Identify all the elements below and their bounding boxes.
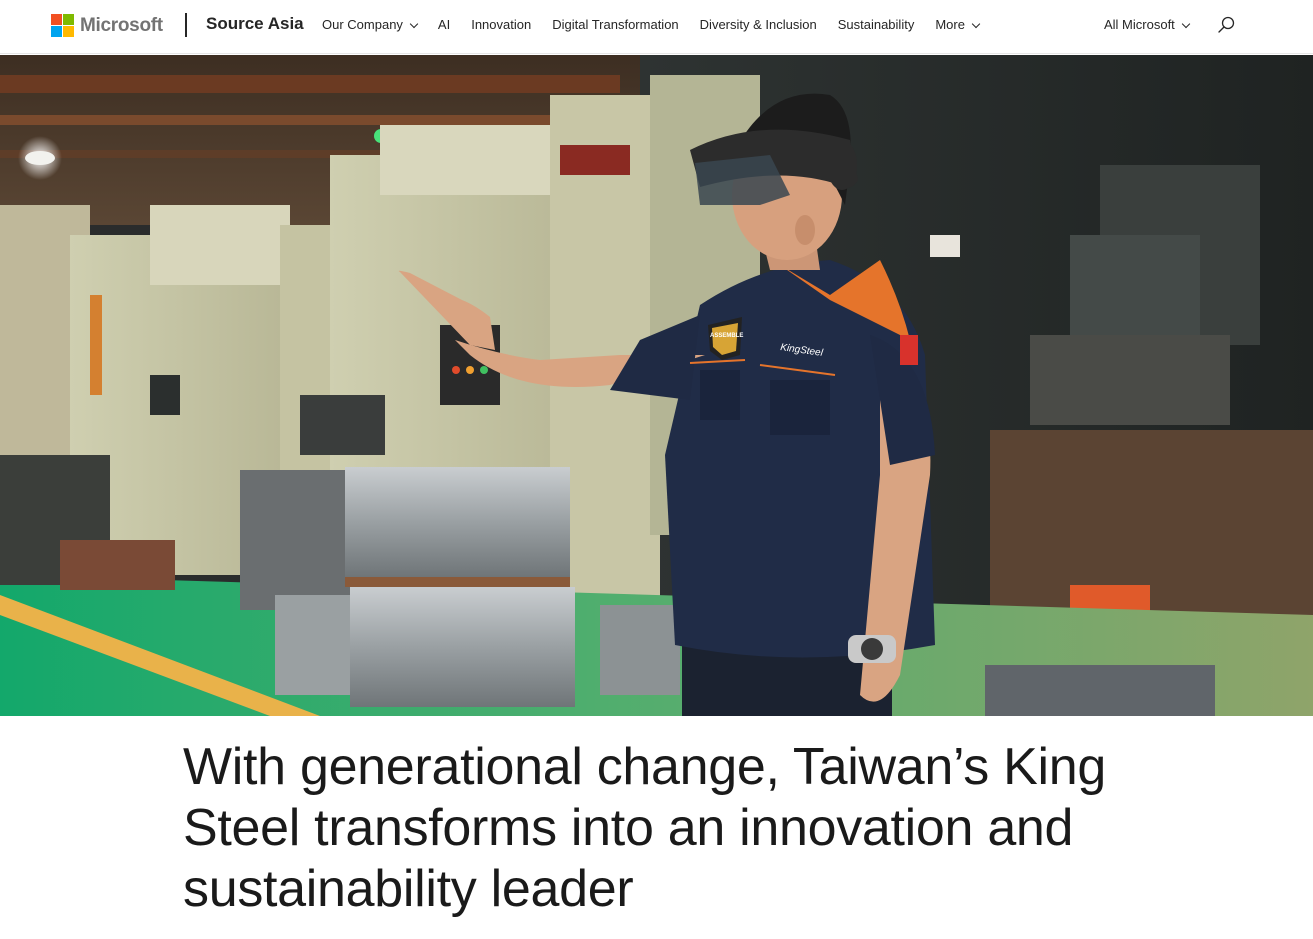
search-icon [1218,16,1235,33]
shirt-badge-text: ASSEMBLE [710,333,743,339]
factory-photo: KingSteel ASSEMBLE [0,55,1313,716]
search-button[interactable] [1216,15,1236,35]
article-headline: With generational change, Taiwan’s King … [183,738,1106,918]
nav-sustainability-label: Sustainability [837,17,915,32]
nav-ai[interactable]: AI [438,16,450,34]
site-name-link[interactable]: Source Asia [206,13,304,35]
nav-innovation-label: Innovation [471,17,532,32]
nav-digital-transformation-label: Digital Transformation [552,17,679,32]
nav-diversity-inclusion[interactable]: Diversity & Inclusion [700,16,817,34]
nav-diversity-inclusion-label: Diversity & Inclusion [699,17,817,32]
nav-our-company[interactable]: Our Company [322,16,419,34]
nav-sustainability[interactable]: Sustainability [838,16,915,34]
nav-digital-transformation[interactable]: Digital Transformation [552,16,678,34]
microsoft-logo[interactable]: Microsoft [51,13,163,37]
nav-innovation[interactable]: Innovation [471,16,531,34]
nav-ai-label: AI [437,17,451,32]
all-microsoft-menu[interactable]: All Microsoft [1104,16,1191,34]
nav-our-company-label: Our Company [322,17,403,32]
chevron-down-icon [409,19,419,28]
nav-more-label: More [935,17,965,32]
microsoft-wordmark: Microsoft [80,14,163,36]
header-divider [185,13,187,37]
chevron-down-icon [1181,19,1191,28]
microsoft-logo-icon [51,13,74,37]
main-nav: Our Company AI Innovation Digital Transf… [322,16,1000,34]
chevron-down-icon [971,19,981,28]
all-microsoft-label: All Microsoft [1104,17,1175,32]
hero-image: KingSteel ASSEMBLE [0,55,1313,716]
site-header: Microsoft Source Asia Our Company AI Inn… [0,0,1313,54]
nav-more[interactable]: More [935,16,981,34]
